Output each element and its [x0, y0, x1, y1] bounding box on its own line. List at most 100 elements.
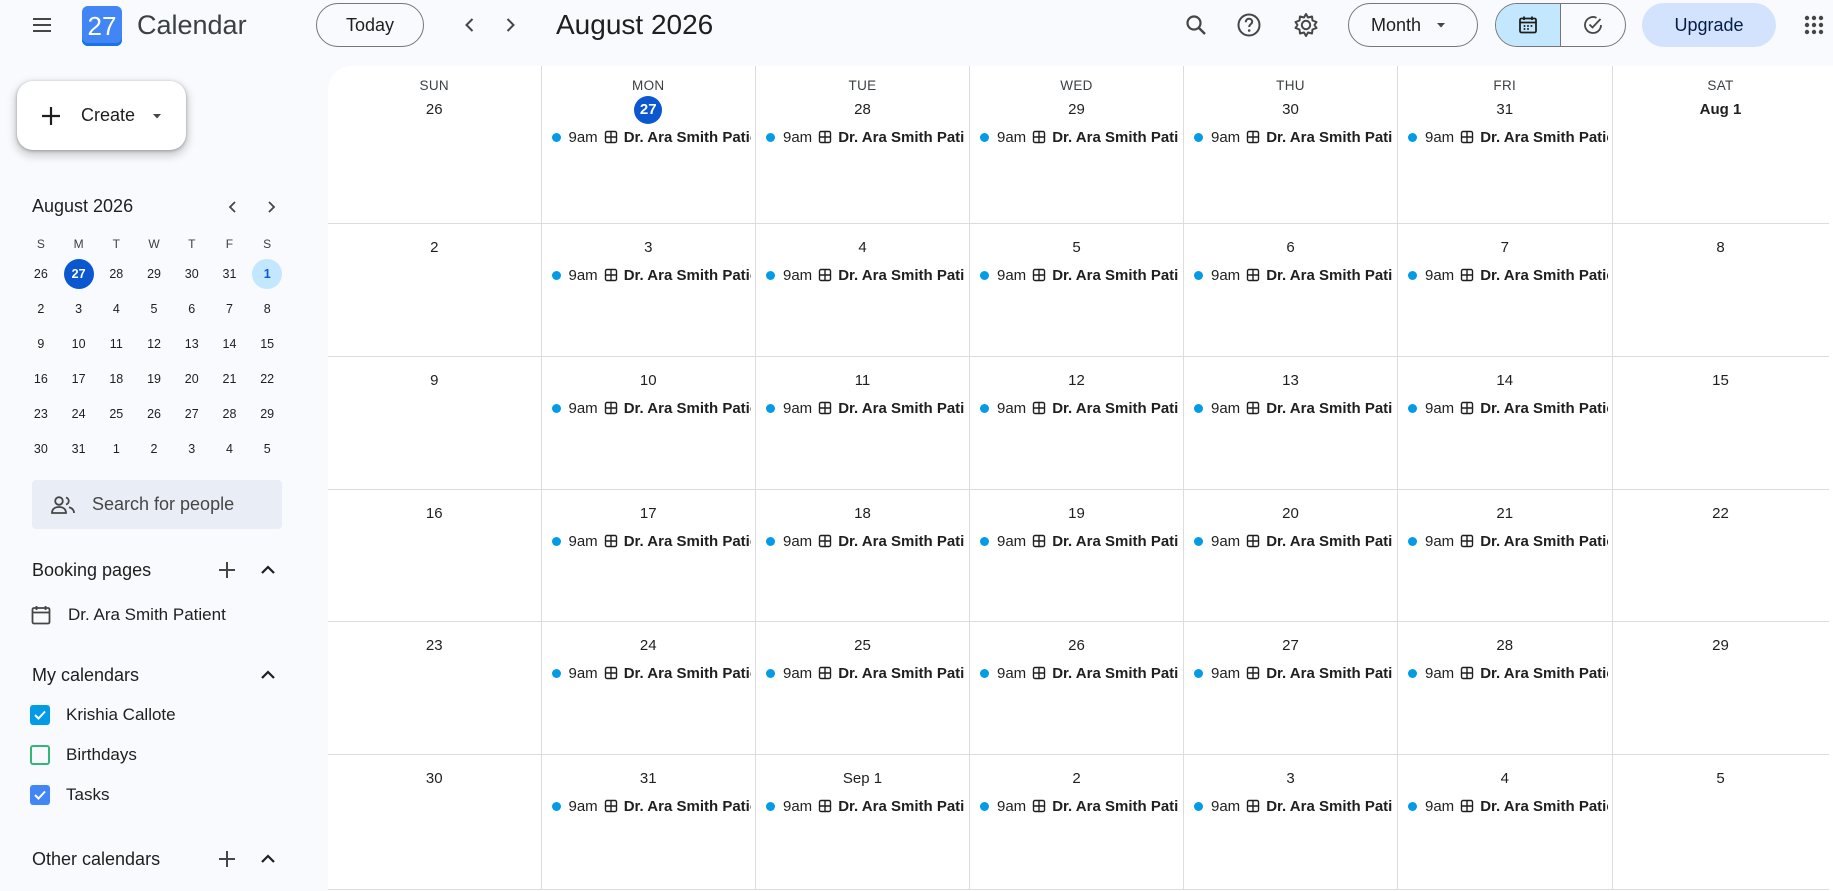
- day-number[interactable]: 2: [420, 234, 448, 262]
- calendar-logo[interactable]: 27: [82, 6, 122, 46]
- day-number[interactable]: 12: [1063, 367, 1091, 395]
- event-chip[interactable]: 9am Dr. Ara Smith Patient: [551, 795, 751, 817]
- day-cell[interactable]: 17 9am Dr. Ara Smith Patient: [541, 490, 756, 622]
- day-cell[interactable]: 26 9am Dr. Ara Smith Patient: [970, 622, 1184, 755]
- mini-day[interactable]: 27: [173, 399, 211, 429]
- day-number[interactable]: 14: [1491, 367, 1519, 395]
- mini-day[interactable]: 16: [22, 364, 60, 394]
- day-number[interactable]: 8: [1707, 234, 1735, 262]
- day-number[interactable]: 28: [849, 96, 877, 124]
- day-cell[interactable]: 29: [1612, 622, 1829, 755]
- mini-day[interactable]: 7: [211, 294, 249, 324]
- day-number[interactable]: Aug 1: [1700, 96, 1742, 124]
- mini-day[interactable]: 28: [97, 259, 135, 289]
- tasks-view-icon[interactable]: [1561, 4, 1625, 46]
- day-cell[interactable]: 28 9am Dr. Ara Smith Patient: [1398, 622, 1613, 755]
- mini-prev-chevron-left-icon[interactable]: [213, 187, 253, 227]
- event-chip[interactable]: 9am Dr. Ara Smith Patient: [980, 126, 1179, 148]
- chevron-right-icon[interactable]: [490, 5, 530, 45]
- chevron-left-icon[interactable]: [450, 5, 490, 45]
- day-number[interactable]: 20: [1277, 500, 1305, 528]
- view-selector[interactable]: Month: [1348, 3, 1478, 47]
- day-number[interactable]: 30: [1277, 96, 1305, 124]
- day-cell[interactable]: 13 9am Dr. Ara Smith Patient: [1184, 357, 1398, 490]
- day-number[interactable]: 25: [849, 632, 877, 660]
- mini-day[interactable]: 11: [97, 329, 135, 359]
- mini-day[interactable]: 3: [60, 294, 98, 324]
- day-cell[interactable]: 2 9am Dr. Ara Smith Patient: [970, 755, 1184, 890]
- day-number[interactable]: 5: [1707, 765, 1735, 793]
- checked-checkbox-icon[interactable]: [30, 705, 50, 725]
- mini-day[interactable]: 30: [22, 434, 60, 464]
- event-chip[interactable]: 9am Dr. Ara Smith Patient: [1194, 397, 1393, 419]
- event-chip[interactable]: 9am Dr. Ara Smith Patient: [1408, 264, 1608, 286]
- day-number[interactable]: 18: [849, 500, 877, 528]
- mini-day[interactable]: 19: [135, 364, 173, 394]
- event-chip[interactable]: 9am Dr. Ara Smith Patient: [980, 397, 1179, 419]
- day-number[interactable]: 7: [1491, 234, 1519, 262]
- mini-day[interactable]: 12: [135, 329, 173, 359]
- mini-day[interactable]: 4: [97, 294, 135, 324]
- mini-day[interactable]: 2: [22, 294, 60, 324]
- day-number[interactable]: 21: [1491, 500, 1519, 528]
- upgrade-button[interactable]: Upgrade: [1642, 3, 1776, 47]
- search-icon[interactable]: [1176, 5, 1216, 45]
- day-number[interactable]: 26: [420, 96, 448, 124]
- event-chip[interactable]: 9am Dr. Ara Smith Patient: [1194, 264, 1393, 286]
- day-number[interactable]: 26: [1063, 632, 1091, 660]
- collapse-booking-chevron-up-icon[interactable]: [248, 550, 288, 590]
- event-chip[interactable]: 9am Dr. Ara Smith Patient: [551, 530, 751, 552]
- day-number[interactable]: 4: [849, 234, 877, 262]
- mini-day[interactable]: 9: [22, 329, 60, 359]
- day-number[interactable]: 29: [1063, 96, 1091, 124]
- day-cell[interactable]: 5: [1612, 755, 1829, 890]
- day-number[interactable]: 30: [420, 765, 448, 793]
- day-number[interactable]: 2: [1063, 765, 1091, 793]
- event-chip[interactable]: 9am Dr. Ara Smith Patient: [980, 662, 1179, 684]
- mini-day[interactable]: 29: [135, 259, 173, 289]
- day-cell[interactable]: Sep 1 9am Dr. Ara Smith Patient: [756, 755, 970, 890]
- mini-day[interactable]: 31: [60, 434, 98, 464]
- event-chip[interactable]: 9am Dr. Ara Smith Patient: [551, 662, 751, 684]
- day-cell[interactable]: 20 9am Dr. Ara Smith Patient: [1184, 490, 1398, 622]
- day-number[interactable]: 10: [634, 367, 662, 395]
- day-number[interactable]: 3: [1277, 765, 1305, 793]
- event-chip[interactable]: 9am Dr. Ara Smith Patient: [1194, 530, 1393, 552]
- day-number[interactable]: 5: [1063, 234, 1091, 262]
- event-chip[interactable]: 9am Dr. Ara Smith Patient: [766, 397, 965, 419]
- event-chip[interactable]: 9am Dr. Ara Smith Patient: [766, 530, 965, 552]
- day-cell[interactable]: 31 9am Dr. Ara Smith Patient: [541, 755, 756, 890]
- event-chip[interactable]: 9am Dr. Ara Smith Patient: [1408, 530, 1608, 552]
- mini-day[interactable]: 17: [60, 364, 98, 394]
- mini-day[interactable]: 27: [60, 258, 98, 289]
- day-number[interactable]: 11: [849, 367, 877, 395]
- add-other-calendar-plus-icon[interactable]: [207, 839, 247, 879]
- calendar-view-icon[interactable]: [1496, 4, 1561, 46]
- day-number[interactable]: 19: [1063, 500, 1091, 528]
- add-booking-page-plus-icon[interactable]: [207, 550, 247, 590]
- day-cell[interactable]: 21 9am Dr. Ara Smith Patient: [1398, 490, 1613, 622]
- mini-day[interactable]: 26: [135, 399, 173, 429]
- event-chip[interactable]: 9am Dr. Ara Smith Patient: [1408, 397, 1608, 419]
- day-number[interactable]: 27: [634, 96, 663, 124]
- mini-day[interactable]: 5: [135, 294, 173, 324]
- mini-day[interactable]: 25: [97, 399, 135, 429]
- day-number[interactable]: 16: [420, 500, 448, 528]
- day-cell[interactable]: 27 9am Dr. Ara Smith Patient: [1184, 622, 1398, 755]
- mini-day[interactable]: 28: [211, 399, 249, 429]
- day-cell[interactable]: MON 27 9am Dr. Ara Smith Patient: [541, 66, 756, 224]
- mini-next-chevron-right-icon[interactable]: [251, 187, 291, 227]
- mini-day[interactable]: 8: [248, 294, 286, 324]
- calendar-list-item[interactable]: Birthdays: [30, 745, 137, 765]
- day-cell[interactable]: 19 9am Dr. Ara Smith Patient: [970, 490, 1184, 622]
- mini-day[interactable]: 3: [173, 434, 211, 464]
- day-number[interactable]: 27: [1277, 632, 1305, 660]
- event-chip[interactable]: 9am Dr. Ara Smith Patient: [766, 126, 965, 148]
- day-cell[interactable]: THU 30 9am Dr. Ara Smith Patient: [1184, 66, 1398, 224]
- day-cell[interactable]: 22: [1612, 490, 1829, 622]
- mini-day[interactable]: 6: [173, 294, 211, 324]
- day-cell[interactable]: 5 9am Dr. Ara Smith Patient: [970, 224, 1184, 357]
- day-cell[interactable]: 15: [1612, 357, 1829, 490]
- event-chip[interactable]: 9am Dr. Ara Smith Patient: [980, 795, 1179, 817]
- day-number[interactable]: 4: [1491, 765, 1519, 793]
